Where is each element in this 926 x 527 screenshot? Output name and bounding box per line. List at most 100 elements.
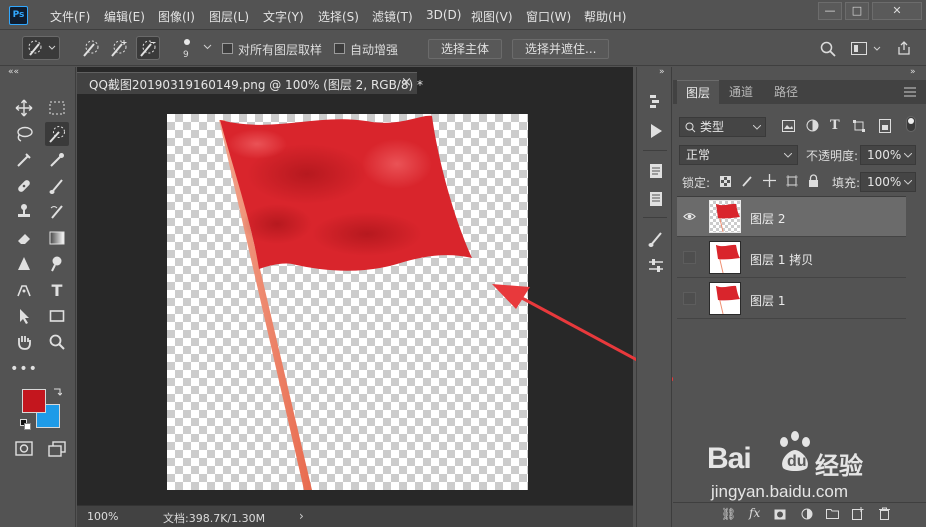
dodge-tool[interactable]	[45, 252, 69, 276]
minimize-button[interactable]: —	[818, 2, 842, 20]
auto-enhance-checkbox[interactable]	[334, 43, 345, 54]
more-tools[interactable]: •••	[10, 357, 38, 381]
history-icon[interactable]	[647, 92, 665, 110]
swap-colors-icon[interactable]	[52, 387, 62, 397]
search-icon	[685, 122, 696, 133]
layer-row[interactable]: 图层 2	[677, 197, 906, 237]
quick-selection-tool[interactable]	[45, 122, 69, 146]
close-button[interactable]: ✕	[872, 2, 922, 20]
select-and-mask-button[interactable]: 选择并遮住...	[512, 39, 610, 59]
opacity-field[interactable]: 100%	[860, 145, 916, 165]
chevron-down-icon	[753, 125, 761, 130]
brush-size-picker[interactable]: 9	[178, 36, 218, 62]
select-subject-button[interactable]: 选择主体	[428, 39, 503, 59]
type-filter-icon[interactable]: T	[830, 118, 840, 133]
eye-icon[interactable]	[683, 210, 696, 223]
marquee-tool[interactable]	[45, 96, 69, 120]
type-tool[interactable]: T	[45, 278, 69, 302]
menu-edit[interactable]: 编辑(E)	[104, 8, 145, 25]
menu-filter[interactable]: 滤镜(T)	[372, 8, 413, 25]
move-tool[interactable]	[12, 96, 36, 120]
eraser-tool[interactable]	[12, 226, 36, 250]
tab-layers[interactable]: 图层	[677, 80, 720, 104]
healing-brush-tool[interactable]	[12, 174, 36, 198]
foreground-color-swatch[interactable]	[22, 389, 46, 413]
filter-toggle[interactable]	[906, 116, 916, 132]
quick-mask-icon	[15, 441, 33, 456]
lock-position-icon[interactable]	[763, 174, 776, 187]
brush-settings-icon[interactable]	[647, 230, 665, 248]
gradient-tool[interactable]	[45, 226, 69, 250]
fill-field[interactable]: 100%	[860, 172, 916, 192]
workspace-icon[interactable]	[851, 42, 881, 56]
chevron-down-icon	[904, 180, 912, 185]
eyedropper-tool[interactable]	[45, 148, 69, 172]
default-colors-icon[interactable]	[20, 419, 32, 431]
panel-menu-icon[interactable]	[904, 87, 916, 97]
screen-mode-button[interactable]	[45, 437, 69, 461]
collapse-arrows-icon[interactable]: »	[659, 67, 665, 77]
properties-icon[interactable]	[647, 162, 665, 180]
artboard-lock-icon[interactable]	[786, 175, 798, 187]
libraries-icon[interactable]	[647, 190, 665, 208]
menu-file[interactable]: 文件(F)	[50, 8, 90, 25]
visibility-toggle[interactable]	[683, 251, 696, 264]
document-tab[interactable]: QQ截图20190319160149.png @ 100% (图层 2, RGB…	[77, 72, 423, 94]
lock-transparent-icon[interactable]	[720, 176, 731, 187]
adjustments-icon[interactable]	[647, 257, 665, 275]
history-brush-tool[interactable]	[45, 200, 69, 224]
new-selection-button[interactable]	[79, 36, 103, 60]
visibility-toggle[interactable]	[683, 292, 696, 305]
collapse-arrows-icon[interactable]: »	[910, 67, 916, 77]
add-mask-icon[interactable]	[774, 509, 786, 520]
share-icon[interactable]	[896, 40, 912, 56]
pixel-filter-icon[interactable]	[782, 120, 795, 132]
play-actions-icon[interactable]	[647, 122, 665, 140]
lock-pixels-brush-icon[interactable]	[741, 175, 753, 187]
search-icon[interactable]	[820, 41, 836, 57]
close-tab-icon[interactable]: ×	[401, 75, 412, 90]
lasso-tool[interactable]	[12, 122, 36, 146]
layer-row[interactable]: 图层 1	[677, 279, 906, 319]
adjustment-filter-icon[interactable]	[806, 119, 819, 132]
sample-all-layers-checkbox[interactable]	[222, 43, 233, 54]
tab-paths[interactable]: 路径	[765, 80, 807, 104]
status-bar: 100% 文档:398.7K/1.30M ›	[77, 505, 633, 527]
pen-tool[interactable]	[12, 278, 36, 302]
add-to-selection-button[interactable]	[107, 36, 131, 60]
brush-add-icon	[111, 40, 127, 57]
menu-layer[interactable]: 图层(L)	[209, 8, 249, 25]
menu-window[interactable]: 窗口(W)	[526, 8, 571, 25]
hand-tool[interactable]	[12, 330, 36, 354]
lock-all-icon[interactable]	[808, 174, 819, 187]
lock-label: 锁定:	[682, 176, 711, 190]
menu-select[interactable]: 选择(S)	[318, 8, 359, 25]
crop-tool[interactable]	[12, 148, 36, 172]
blend-mode-select[interactable]: 正常	[679, 145, 798, 165]
menu-image[interactable]: 图像(I)	[158, 8, 195, 25]
menu-view[interactable]: 视图(V)	[471, 8, 513, 25]
blur-tool[interactable]	[12, 252, 36, 276]
brush-tool[interactable]	[45, 174, 69, 198]
shape-filter-icon[interactable]	[852, 119, 866, 133]
layer-filter-select[interactable]: 类型	[679, 117, 766, 137]
clone-stamp-tool[interactable]	[12, 200, 36, 224]
layer-row[interactable]: 图层 1 拷贝	[677, 238, 906, 278]
collapse-arrows-icon[interactable]: ««	[8, 67, 19, 77]
maximize-button[interactable]: □	[845, 2, 869, 20]
tool-preset-picker[interactable]	[22, 36, 60, 60]
subtract-from-selection-button[interactable]	[136, 36, 160, 60]
status-menu-arrow-icon[interactable]: ›	[299, 509, 304, 523]
zoom-level[interactable]: 100%	[87, 510, 118, 523]
path-selection-tool[interactable]	[12, 304, 36, 328]
rectangle-tool[interactable]	[45, 304, 69, 328]
zoom-tool[interactable]	[45, 330, 69, 354]
menu-help[interactable]: 帮助(H)	[584, 8, 626, 25]
quick-mask-button[interactable]	[12, 437, 36, 461]
ellipsis-icon: •••	[10, 361, 38, 377]
smart-object-filter-icon[interactable]	[879, 119, 891, 133]
menu-type[interactable]: 文字(Y)	[263, 8, 304, 25]
image-canvas[interactable]	[167, 114, 528, 490]
tab-channels[interactable]: 通道	[720, 80, 762, 104]
menu-3d[interactable]: 3D(D)	[426, 8, 461, 22]
